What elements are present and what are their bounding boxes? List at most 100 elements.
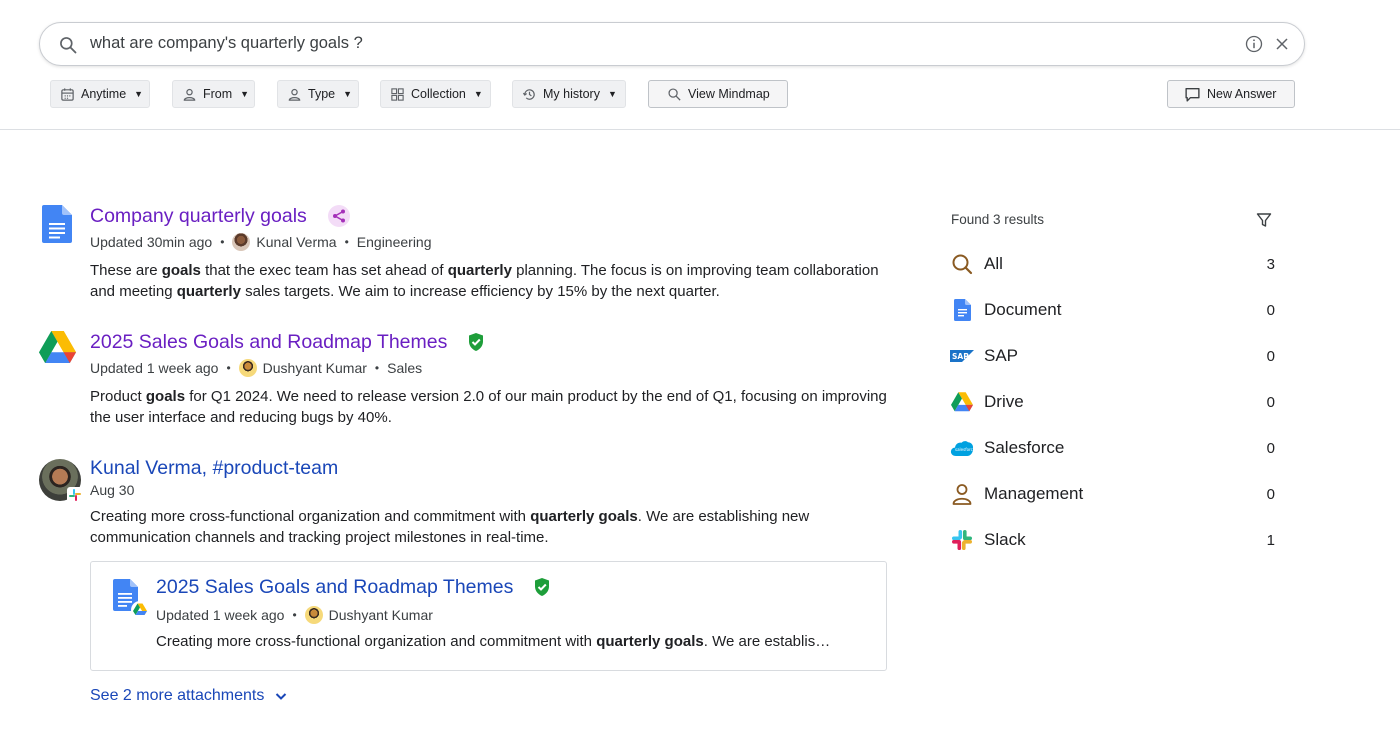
drive-icon	[950, 390, 974, 414]
person-icon	[183, 88, 196, 101]
facet-label: SAP	[984, 346, 1019, 365]
result-item: 2025 Sales Goals and Roadmap Themes Upda…	[38, 331, 888, 431]
svg-text:salesforce: salesforce	[955, 447, 974, 452]
svg-text:SAP: SAP	[952, 352, 969, 361]
filter-collection[interactable]: Collection ▼	[380, 80, 491, 108]
snippet-highlight: goals	[161, 262, 201, 279]
verified-icon	[469, 333, 483, 351]
facet-sap[interactable]: SAP SAP 0	[950, 343, 1275, 369]
filter-label: Type	[308, 87, 336, 101]
facet-label: Drive	[984, 392, 1024, 411]
verified-icon	[535, 578, 549, 596]
google-drive-icon	[39, 331, 76, 363]
snippet-text: that the exec team has set ahead of	[200, 262, 448, 279]
filter-my-history[interactable]: My history ▼	[512, 80, 626, 108]
snippet-text: Creating more cross-functional organizat…	[156, 633, 597, 650]
filter-type[interactable]: Type ▼	[277, 80, 359, 108]
separator-dot: •	[344, 235, 349, 249]
filter-anytime[interactable]: Anytime ▼	[50, 80, 150, 108]
facet-count: 0	[1266, 439, 1275, 457]
filter-funnel-icon[interactable]	[1256, 212, 1272, 228]
facet-label: Document	[984, 300, 1062, 319]
salesforce-icon: salesforce	[950, 436, 974, 460]
result-item: Company quarterly goals Updated 30min ag…	[38, 205, 888, 305]
facet-count: 0	[1266, 301, 1275, 319]
share-icon[interactable]	[328, 205, 350, 227]
filter-label: My history	[543, 87, 600, 101]
filter-label: Collection	[411, 87, 466, 101]
facet-drive[interactable]: Drive 0	[950, 389, 1275, 415]
search-icon	[668, 87, 681, 101]
caret-down-icon: ▼	[607, 89, 617, 99]
facet-management[interactable]: Management 0	[950, 481, 1275, 507]
document-icon	[950, 298, 974, 322]
facet-count: 0	[1266, 393, 1275, 411]
comment-icon	[1185, 87, 1200, 102]
attachment-card[interactable]: 2025 Sales Goals and Roadmap Themes Upda…	[90, 561, 887, 671]
author-name[interactable]: Dushyant Kumar	[263, 360, 367, 376]
author-name[interactable]: Kunal Verma	[256, 234, 336, 250]
see-more-attachments-link[interactable]: See 2 more attachments	[90, 687, 288, 705]
result-title[interactable]: Kunal Verma, #product-team	[90, 457, 338, 480]
snippet-text: for Q1 2024. We need to release version …	[90, 388, 887, 426]
separator-dot: •	[226, 361, 231, 375]
attachment-title[interactable]: 2025 Sales Goals and Roadmap Themes	[156, 576, 513, 599]
search-input[interactable]: what are company's quarterly goals ?	[90, 34, 363, 53]
result-title[interactable]: Company quarterly goals	[90, 205, 307, 228]
person-icon	[950, 482, 974, 506]
result-title[interactable]: 2025 Sales Goals and Roadmap Themes	[90, 331, 447, 354]
updated-time: Updated 30min ago	[90, 234, 213, 250]
history-icon	[522, 88, 535, 100]
separator-dot: •	[374, 361, 380, 375]
search-bar[interactable]: what are company's quarterly goals ?	[39, 22, 1305, 66]
filter-from[interactable]: From ▼	[172, 80, 255, 108]
snippet-text: . We are establis…	[703, 633, 831, 650]
avatar	[39, 459, 83, 503]
see-more-label: See 2 more attachments	[90, 687, 265, 704]
facet-label: Management	[984, 484, 1084, 503]
facet-count: 1	[1266, 531, 1275, 549]
person-icon	[288, 88, 301, 101]
facet-count: 3	[1266, 255, 1275, 273]
slack-icon	[67, 487, 83, 503]
facet-all[interactable]: All 3	[950, 251, 1275, 277]
view-mindmap-label: View Mindmap	[688, 87, 770, 101]
attachment-meta: Updated 1 week ago • Dushyant Kumar	[156, 606, 433, 624]
facet-label: Slack	[984, 530, 1026, 549]
snippet-highlight: quarterly goals	[530, 508, 638, 525]
results-count: Found 3 results	[951, 212, 1045, 227]
search-icon	[60, 37, 77, 54]
updated-time: Updated 1 week ago	[90, 360, 219, 376]
facet-count: 0	[1266, 485, 1275, 503]
facet-document[interactable]: Document 0	[950, 297, 1275, 323]
chevron-down-icon	[276, 693, 287, 700]
new-answer-label: New Answer	[1207, 87, 1277, 101]
separator-dot: •	[220, 235, 225, 249]
team-name: Sales	[387, 360, 423, 376]
view-mindmap-button[interactable]: View Mindmap	[648, 80, 788, 108]
snippet-text: Creating more cross-functional organizat…	[90, 508, 531, 525]
avatar	[304, 606, 323, 624]
avatar	[238, 359, 257, 377]
attachment-snippet: Creating more cross-functional organizat…	[156, 633, 871, 650]
calendar-icon	[61, 87, 74, 101]
updated-time: Updated 1 week ago	[156, 607, 285, 623]
facet-label: All	[984, 254, 1003, 273]
search-icon	[950, 252, 974, 276]
facet-slack[interactable]: Slack 1	[950, 527, 1275, 553]
new-answer-button[interactable]: New Answer	[1167, 80, 1295, 108]
grid-icon	[391, 87, 404, 101]
google-docs-drive-icon	[113, 579, 149, 619]
sap-icon: SAP	[950, 344, 974, 368]
author-name[interactable]: Dushyant Kumar	[329, 607, 433, 623]
facet-label: Salesforce	[984, 438, 1065, 457]
info-icon[interactable]	[1244, 34, 1264, 54]
snippet-highlight: goals	[145, 388, 186, 405]
snippet-text: These are	[90, 262, 162, 279]
close-icon[interactable]	[1272, 34, 1292, 54]
caret-down-icon: ▼	[343, 89, 353, 99]
facet-salesforce[interactable]: salesforce Salesforce 0	[950, 435, 1275, 461]
message-date: Aug 30	[90, 482, 135, 498]
result-snippet: These are goals that the exec team has s…	[90, 260, 890, 302]
slack-icon	[950, 528, 974, 552]
